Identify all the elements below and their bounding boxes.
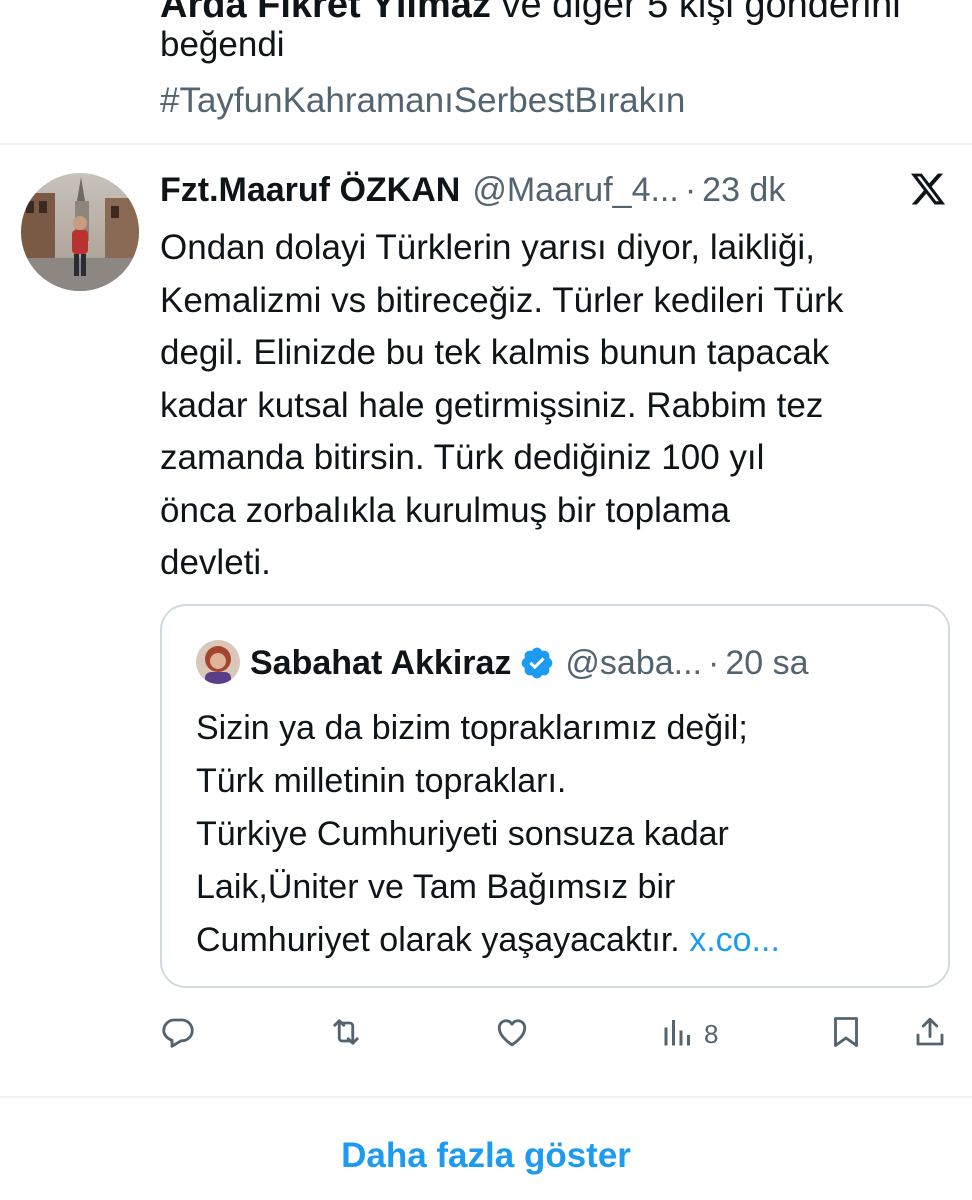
share-icon bbox=[912, 1014, 948, 1055]
quoted-tweet-header: Sabahat Akkiraz @saba... · 20 sa bbox=[250, 636, 809, 690]
liked-by-line2: beğendi bbox=[160, 25, 285, 64]
tweet-action-bar: 8 bbox=[160, 1012, 960, 1056]
views-button[interactable]: 8 bbox=[660, 1012, 718, 1056]
quoted-author-handle[interactable]: @saba... bbox=[565, 644, 702, 683]
verified-badge-icon bbox=[519, 645, 555, 681]
bookmark-button[interactable] bbox=[828, 1012, 864, 1056]
views-count: 8 bbox=[704, 1018, 719, 1049]
author-name[interactable]: Fzt.Maaruf ÖZKAN bbox=[160, 171, 460, 210]
show-more-link[interactable]: Daha fazla göster bbox=[0, 1136, 972, 1176]
quoted-tweet-timestamp[interactable]: 20 sa bbox=[725, 644, 808, 683]
x-logo-icon bbox=[908, 170, 948, 208]
retweet-icon bbox=[328, 1014, 364, 1055]
tweet-timestamp[interactable]: 23 dk bbox=[702, 171, 785, 210]
bookmark-icon bbox=[828, 1014, 864, 1055]
like-button[interactable] bbox=[494, 1012, 530, 1056]
tweet-text: Ondan dolayi Türklerin yarısı diyor, lai… bbox=[160, 228, 844, 582]
quoted-author-name[interactable]: Sabahat Akkiraz bbox=[250, 644, 511, 683]
retweet-button[interactable] bbox=[328, 1012, 364, 1056]
separator-dot: · bbox=[684, 170, 697, 209]
quoted-tweet-card[interactable]: Sabahat Akkiraz @saba... · 20 sa Sizin y… bbox=[160, 604, 950, 988]
like-icon bbox=[494, 1014, 530, 1055]
quoted-text-content: Sizin ya da bizim topraklarımız değil; T… bbox=[196, 709, 748, 959]
quoted-tweet-text: Sizin ya da bizim topraklarımız değil; T… bbox=[196, 702, 936, 967]
tweet-header: Fzt.Maaruf ÖZKAN @Maaruf_4... · 23 dk bbox=[160, 164, 785, 216]
views-icon bbox=[660, 1014, 696, 1055]
divider-bottom bbox=[0, 1096, 972, 1098]
author-avatar[interactable] bbox=[21, 173, 139, 291]
share-button[interactable] bbox=[912, 1012, 948, 1056]
author-handle[interactable]: @Maaruf_4... bbox=[472, 171, 679, 210]
quoted-author-avatar[interactable] bbox=[196, 640, 240, 684]
liked-by-rest: ve diğer 5 kişi gönderini bbox=[501, 0, 901, 26]
hashtag-text: #TayfunKahramanıSerbestBırakın bbox=[160, 81, 686, 120]
divider-top bbox=[0, 143, 972, 145]
quoted-separator-dot: · bbox=[708, 643, 720, 682]
quoted-tweet-link[interactable]: x.co... bbox=[689, 921, 780, 959]
reply-button[interactable] bbox=[160, 1012, 196, 1056]
reply-icon bbox=[160, 1014, 196, 1055]
